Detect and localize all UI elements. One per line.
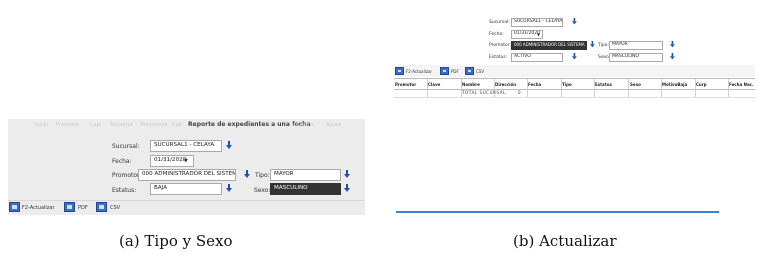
tipo-dropdown-arrow-icon[interactable] <box>670 41 676 48</box>
column-header[interactable]: Dirección <box>495 82 516 87</box>
fecha-dropdown-icon[interactable]: ▼ <box>184 158 188 164</box>
panel-a-toolbar <box>8 200 365 216</box>
menu-item[interactable]: Inicio <box>35 122 48 128</box>
menu-item[interactable]: Tesorería <box>110 122 132 128</box>
progress-bar <box>396 211 719 213</box>
sexo-label: Sexo: <box>254 187 271 194</box>
menu-item[interactable]: Préstamos <box>141 122 167 128</box>
pdf-button[interactable]: PDF <box>451 69 459 74</box>
menu-item[interactable]: Promotor <box>56 122 79 128</box>
column-header[interactable]: Curp <box>696 82 707 87</box>
fecha-label: Fecha: <box>112 158 132 165</box>
column-header[interactable]: Clave <box>428 82 440 87</box>
sucursal-select[interactable]: SUCURSAL1 - CELAYA <box>150 140 222 152</box>
csv-button[interactable]: CSV <box>110 205 120 211</box>
sucursal-label: Sucursal: <box>489 20 510 25</box>
refresh-icon[interactable] <box>9 202 20 212</box>
caption-b: (b) Actualizar <box>513 232 617 250</box>
promotor-select[interactable]: 000 ADMINISTRADOR DEL SISTEMA <box>138 169 236 181</box>
csv-icon[interactable] <box>465 67 474 75</box>
promotor-dropdown-arrow-icon[interactable] <box>244 170 251 179</box>
fecha-value: 01/31/2020 <box>154 156 187 163</box>
promotor-dropdown-arrow-icon[interactable] <box>590 41 596 48</box>
refresh-icon[interactable] <box>395 67 404 75</box>
tipo-label: Tipo: <box>598 43 609 48</box>
menu-item[interactable]: Ayuda <box>326 122 341 128</box>
sexo-dropdown-arrow-icon[interactable] <box>344 184 351 193</box>
column-header[interactable]: Fecha <box>528 82 541 87</box>
caption-a: (a) Tipo y Sexo <box>119 232 233 250</box>
tipo-label: Tipo: <box>255 172 270 179</box>
column-header[interactable]: Estatus <box>595 82 612 87</box>
tipo-select[interactable]: MAYOR <box>270 169 341 181</box>
total-label: TOTAL SUCURSAL <box>462 90 506 95</box>
column-header[interactable]: MotivoBaja <box>662 82 687 87</box>
promotor-select[interactable]: 000 ADMINISTRADOR DEL SISTEMA <box>511 41 587 50</box>
fecha-label: Fecha: <box>489 32 504 37</box>
fecha-dropdown-icon[interactable]: ▼ <box>537 32 540 37</box>
sucursal-dropdown-arrow-icon[interactable] <box>226 141 233 150</box>
csv-button[interactable]: CSV <box>476 69 484 74</box>
table-row: TOTAL SUCURSAL 0 <box>394 89 755 98</box>
sexo-select[interactable]: MASCULINO <box>609 53 663 62</box>
menu-item[interactable]: Usuarios <box>292 122 314 128</box>
sucursal-label: Sucursal: <box>112 143 140 150</box>
sucursal-select[interactable]: SUCURSAL1 - CELAYA <box>511 18 563 27</box>
panel-a-menubar: Inicio Promotor Caja Tesorería Préstamos… <box>8 119 365 131</box>
estatus-dropdown-arrow-icon[interactable] <box>226 184 233 193</box>
column-header[interactable]: Tipo <box>562 82 572 87</box>
estatus-label: Estatus: <box>112 187 137 194</box>
csv-icon[interactable] <box>96 202 107 212</box>
actualizar-button[interactable]: F2-Actualizar <box>406 69 432 74</box>
column-header[interactable]: Fecha Nac. <box>729 82 754 87</box>
tipo-select[interactable]: MAYOR <box>609 41 663 50</box>
estatus-select[interactable]: BAJA <box>150 183 222 195</box>
pdf-icon[interactable] <box>440 67 449 75</box>
pdf-icon[interactable] <box>64 202 75 212</box>
column-header[interactable]: Sexo <box>630 82 641 87</box>
menu-item[interactable]: Caja <box>90 122 101 128</box>
pdf-button[interactable]: PDF <box>78 205 88 211</box>
column-header[interactable]: Nombre <box>462 82 480 87</box>
estatus-label: Estatus: <box>489 55 508 60</box>
column-header[interactable]: Promotor <box>395 82 416 87</box>
total-value: 0 <box>518 90 521 95</box>
actualizar-button[interactable]: F2-Actualizar <box>22 205 55 211</box>
promotor-label: Promotor: <box>489 43 512 48</box>
sexo-select[interactable]: MASCULINO <box>270 183 341 195</box>
tipo-dropdown-arrow-icon[interactable] <box>344 170 351 179</box>
menu-item[interactable]: Cob <box>172 122 182 128</box>
estatus-select[interactable]: ACTIVO <box>511 53 563 62</box>
sexo-dropdown-arrow-icon[interactable] <box>670 53 676 60</box>
sucursal-dropdown-arrow-icon[interactable] <box>572 18 578 25</box>
estatus-dropdown-arrow-icon[interactable] <box>572 53 578 60</box>
